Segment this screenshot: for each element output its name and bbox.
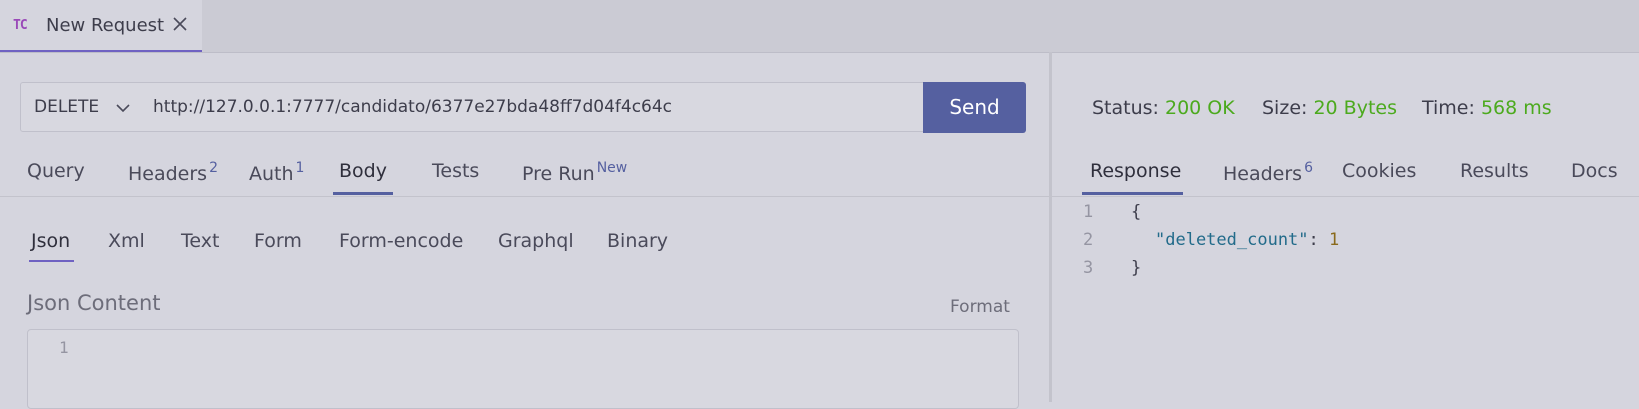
tab-results[interactable]: Results: [1460, 160, 1529, 182]
tab-tests[interactable]: Tests: [432, 160, 479, 182]
tab-body[interactable]: Body: [339, 160, 387, 182]
tab-pre-run[interactable]: Pre Run New: [522, 160, 627, 185]
code-key: "deleted_count": [1155, 230, 1309, 250]
status-value: 200 OK: [1165, 97, 1235, 119]
code-open-brace: {: [1131, 202, 1142, 222]
size-value: 20 Bytes: [1313, 97, 1397, 119]
tab-query[interactable]: Query: [27, 160, 85, 182]
subtab-xml[interactable]: Xml: [108, 230, 145, 252]
response-headers-count: 6: [1304, 160, 1314, 176]
tab-response-headers[interactable]: Headers 6: [1223, 160, 1313, 185]
response-tabs: Response Headers 6 Cookies Results Docs: [1052, 150, 1639, 197]
tab-bar: TC New Request: [0, 0, 1639, 53]
json-content-title: Json Content: [27, 291, 161, 315]
subtab-binary[interactable]: Binary: [607, 230, 668, 252]
pre-run-new-badge: New: [596, 160, 628, 176]
subtab-form[interactable]: Form: [254, 230, 302, 252]
code-close-brace: }: [1131, 258, 1142, 278]
code-value: 1: [1329, 230, 1340, 250]
url-input[interactable]: http://127.0.0.1:7777/candidato/6377e27b…: [143, 82, 924, 132]
close-icon[interactable]: [172, 16, 188, 32]
tab-response[interactable]: Response: [1090, 160, 1181, 182]
size-indicator: Size: 20 Bytes: [1262, 97, 1397, 119]
auth-count: 1: [295, 160, 305, 176]
json-editor[interactable]: 1: [27, 329, 1019, 409]
tab-docs[interactable]: Docs: [1571, 160, 1618, 182]
time-value: 568 ms: [1480, 97, 1552, 119]
headers-count: 2: [209, 160, 219, 176]
subtab-form-encode[interactable]: Form-encode: [339, 230, 463, 252]
request-tabs: Query Headers 2 Auth 1 Body Tests Pre Run N…: [0, 150, 1049, 197]
panel-divider[interactable]: [1049, 52, 1052, 402]
method-label: DELETE: [34, 97, 100, 117]
body-subtab-underline: [29, 260, 74, 262]
tab-auth[interactable]: Auth 1: [249, 160, 304, 185]
format-button[interactable]: Format: [950, 297, 1010, 317]
status-indicator: Status: 200 OK: [1092, 97, 1235, 119]
response-tab-underline: [1082, 192, 1183, 195]
request-tab[interactable]: TC New Request: [0, 0, 202, 52]
request-tab-underline: [333, 192, 393, 195]
subtab-text[interactable]: Text: [181, 230, 219, 252]
line-number: 1: [1083, 202, 1094, 222]
line-number: 3: [1083, 258, 1094, 278]
time-indicator: Time: 568 ms: [1422, 97, 1552, 119]
tab-cookies[interactable]: Cookies: [1342, 160, 1416, 182]
tc-badge-icon: TC: [13, 18, 28, 33]
subtab-graphql[interactable]: Graphql: [498, 230, 574, 252]
send-button[interactable]: Send: [923, 82, 1026, 133]
method-select[interactable]: DELETE: [20, 82, 144, 132]
chevron-down-icon: [116, 104, 130, 113]
line-number: 1: [59, 338, 69, 357]
request-tab-title: New Request: [46, 15, 165, 36]
code-key-value-line: "deleted_count": 1: [1155, 230, 1340, 250]
line-number: 2: [1083, 230, 1094, 250]
url-text: http://127.0.0.1:7777/candidato/6377e27b…: [153, 97, 673, 117]
tab-headers[interactable]: Headers 2: [128, 160, 218, 185]
subtab-json[interactable]: Json: [31, 230, 70, 252]
